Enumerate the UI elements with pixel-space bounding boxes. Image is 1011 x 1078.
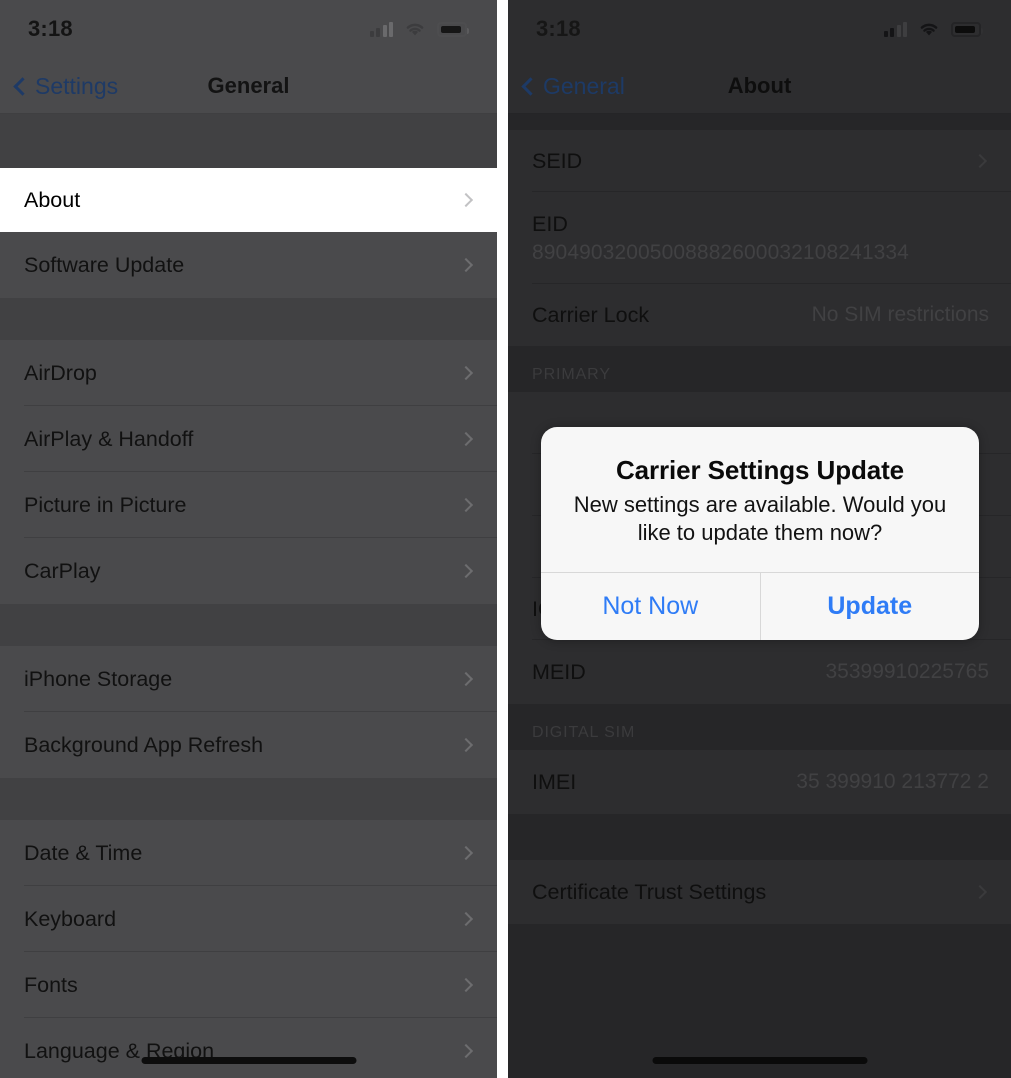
about-row-eid[interactable]: EID 89049032005008882600032108241334 [508, 192, 1011, 284]
chevron-right-icon [972, 884, 988, 900]
chevron-right-icon [972, 153, 988, 169]
about-row-meid[interactable]: MEID 35399910225765 [508, 640, 1011, 704]
about-row-imei[interactable]: IMEI 35 399910 213772 2 [508, 750, 1011, 814]
page-title-about: About [727, 73, 792, 98]
sidebar-item-language-region[interactable]: Language & Region [0, 1018, 497, 1078]
row-label: Keyboard [24, 906, 117, 931]
chevron-right-icon [458, 192, 474, 208]
row-value-meid: 35399910225765 [825, 660, 989, 683]
about-row-carrier-lock[interactable]: Carrier Lock No SIM restrictions [508, 284, 1011, 346]
group-gap [508, 814, 1011, 860]
row-value-imei: 35 399910 213772 2 [796, 770, 989, 793]
sidebar-item-date-time[interactable]: Date & Time [0, 820, 497, 886]
status-indicators [883, 20, 983, 38]
sidebar-item-keyboard[interactable]: Keyboard [0, 886, 497, 952]
not-now-button[interactable]: Not Now [541, 573, 760, 640]
alert-actions: Not Now Update [541, 572, 980, 641]
panel-gutter [497, 0, 508, 1078]
settings-group: Date & Time Keyboard Fonts Language & Re… [0, 820, 497, 1078]
chevron-right-icon [458, 257, 474, 273]
about-row-seid[interactable]: SEID [508, 130, 1011, 192]
sidebar-item-iphone-storage[interactable]: iPhone Storage [0, 646, 497, 712]
status-time: 3:18 [536, 16, 581, 41]
row-value-carrier-lock: No SIM restrictions [811, 303, 989, 326]
sidebar-item-background-app-refresh[interactable]: Background App Refresh [0, 712, 497, 778]
sidebar-item-carplay[interactable]: CarPlay [0, 538, 497, 604]
row-label: Fonts [24, 972, 78, 997]
update-button[interactable]: Update [761, 573, 980, 640]
row-label: Certificate Trust Settings [532, 879, 767, 904]
wifi-icon [920, 23, 938, 36]
status-time: 3:18 [28, 16, 73, 41]
chevron-right-icon [458, 1043, 474, 1059]
sidebar-item-picture-in-picture[interactable]: Picture in Picture [0, 472, 497, 538]
chevron-right-icon [458, 671, 474, 687]
screenshot-root: 3:18 Settings General About Software Upd… [0, 0, 1011, 1078]
page-title-general: General [207, 73, 290, 98]
about-group-digital-sim: IMEI 35 399910 213772 2 [508, 750, 1011, 814]
row-label: AirDrop [24, 360, 97, 385]
wifi-icon [406, 23, 424, 36]
sidebar-item-airplay-handoff[interactable]: AirPlay & Handoff [0, 406, 497, 472]
settings-group: iPhone Storage Background App Refresh [0, 646, 497, 778]
cellular-signal-icon [883, 21, 907, 37]
row-label: EID [532, 211, 568, 236]
group-gap [0, 604, 497, 646]
about-group-certificates: Certificate Trust Settings [508, 860, 1011, 924]
chevron-right-icon [458, 737, 474, 753]
status-bar-left: 3:18 [0, 0, 497, 58]
chevron-right-icon [458, 845, 474, 861]
battery-icon [437, 21, 469, 37]
sidebar-item-fonts[interactable]: Fonts [0, 952, 497, 1018]
row-value-eid: 89049032005008882600032108241334 [532, 240, 909, 264]
row-label: Background App Refresh [24, 732, 264, 757]
sidebar-item-about[interactable]: About [0, 168, 497, 232]
left-phone-screen: 3:18 Settings General About Software Upd… [0, 0, 497, 1078]
settings-group: About Software Update [0, 168, 497, 298]
row-label: IMEI [532, 769, 577, 794]
settings-list-general: About Software Update AirDrop AirPlay & … [0, 114, 497, 1078]
sidebar-item-airdrop[interactable]: AirDrop [0, 340, 497, 406]
group-gap [0, 778, 497, 820]
group-gap [0, 114, 497, 168]
nav-bar-left: Settings General [0, 58, 497, 114]
row-label: Software Update [24, 252, 185, 277]
battery-icon [951, 21, 983, 37]
carrier-settings-update-alert: Carrier Settings Update New settings are… [541, 427, 980, 641]
about-group-identifiers: SEID EID 8904903200500888260003210824133… [508, 130, 1011, 346]
status-bar-right: 3:18 [508, 0, 1011, 58]
row-label: SEID [532, 148, 583, 173]
section-header-digital-sim: DIGITAL SIM [508, 704, 1011, 750]
settings-group: AirDrop AirPlay & Handoff Picture in Pic… [0, 340, 497, 604]
status-indicators [369, 20, 469, 38]
about-row-certificate-trust-settings[interactable]: Certificate Trust Settings [508, 860, 1011, 924]
sidebar-item-software-update[interactable]: Software Update [0, 232, 497, 298]
alert-body: Carrier Settings Update New settings are… [541, 427, 979, 572]
chevron-right-icon [458, 431, 474, 447]
chevron-right-icon [458, 497, 474, 513]
row-label: MEID [532, 659, 586, 684]
alert-title: Carrier Settings Update [615, 455, 905, 485]
section-header-primary: PRIMARY [508, 346, 1011, 392]
row-label: AirPlay & Handoff [24, 426, 194, 451]
nav-bar-right: General About [508, 58, 1011, 114]
chevron-right-icon [458, 365, 474, 381]
row-label: About [24, 187, 81, 212]
row-label: Date & Time [24, 840, 143, 865]
alert-message: New settings are available. Would you li… [573, 492, 947, 545]
home-indicator[interactable] [652, 1057, 867, 1064]
chevron-right-icon [458, 563, 474, 579]
row-label: iPhone Storage [24, 666, 173, 691]
chevron-right-icon [458, 911, 474, 927]
row-label: CarPlay [24, 558, 101, 583]
cellular-signal-icon [369, 21, 393, 37]
chevron-right-icon [458, 977, 474, 993]
group-gap [0, 298, 497, 340]
home-indicator[interactable] [141, 1057, 356, 1064]
row-label: Picture in Picture [24, 492, 187, 517]
row-label: Carrier Lock [532, 302, 650, 327]
group-gap [508, 114, 1011, 130]
right-phone-screen: 3:18 General About SEID EID 890490320050… [508, 0, 1011, 1078]
